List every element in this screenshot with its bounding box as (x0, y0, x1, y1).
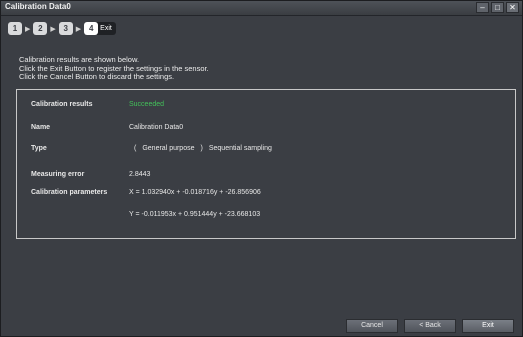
results-panel: Calibration results Succeeded Name Calib… (16, 89, 516, 239)
type-label: Type (31, 145, 47, 152)
measuring-error-value: 2.8443 (129, 171, 151, 178)
calibration-window: Calibration Data0 – □ ✕ 1 ▶ 2 ▶ 3 ▶ 4 Ex… (0, 0, 523, 337)
cancel-button[interactable]: Cancel (346, 319, 398, 333)
measuring-error-label: Measuring error (31, 171, 85, 178)
step-arrow-icon: ▶ (50, 25, 56, 33)
step-4: 4 (84, 22, 99, 35)
exit-button[interactable]: Exit (462, 319, 514, 333)
step-1: 1 (8, 22, 22, 35)
type-main: General purpose (142, 145, 195, 152)
calibration-results-label: Calibration results (31, 101, 93, 108)
footer-buttons: Cancel < Back Exit (346, 319, 514, 333)
window-title: Calibration Data0 (5, 2, 71, 11)
minimize-icon[interactable]: – (476, 2, 489, 13)
type-paren-close: ) (200, 145, 203, 152)
step-arrow-icon: ▶ (75, 25, 82, 33)
name-label: Name (31, 124, 51, 131)
parameters-label: Calibration parameters (31, 189, 108, 196)
window-controls: – □ ✕ (476, 2, 519, 13)
type-value: ( General purpose ) Sequential sampling (134, 145, 272, 152)
instruction-line: Click the Cancel Button to discard the s… (19, 72, 175, 82)
close-icon[interactable]: ✕ (506, 2, 519, 13)
title-bar: Calibration Data0 – □ ✕ (1, 1, 522, 16)
step-2: 2 (33, 22, 48, 35)
wizard-steps: 1 ▶ 2 ▶ 3 ▶ 4 Exit (8, 22, 116, 35)
step-3: 3 (58, 22, 73, 35)
maximize-icon[interactable]: □ (491, 2, 504, 13)
step-4-current: 4 Exit (84, 22, 116, 35)
name-value: Calibration Data0 (129, 124, 184, 131)
calibration-results-value: Succeeded (129, 101, 165, 108)
instructions: Calibration results are shown below. Cli… (19, 55, 209, 82)
type-sub: Sequential sampling (208, 145, 272, 152)
step-arrow-icon: ▶ (25, 25, 31, 33)
parameter-y-value: Y = -0.011953x + 0.951444y + -23.668103 (129, 211, 261, 218)
back-button[interactable]: < Back (404, 319, 456, 333)
parameter-x-value: X = 1.032940x + -0.018716y + -26.856906 (129, 189, 261, 196)
type-paren-open: ( (134, 145, 137, 152)
step-4-label: Exit (100, 25, 112, 32)
